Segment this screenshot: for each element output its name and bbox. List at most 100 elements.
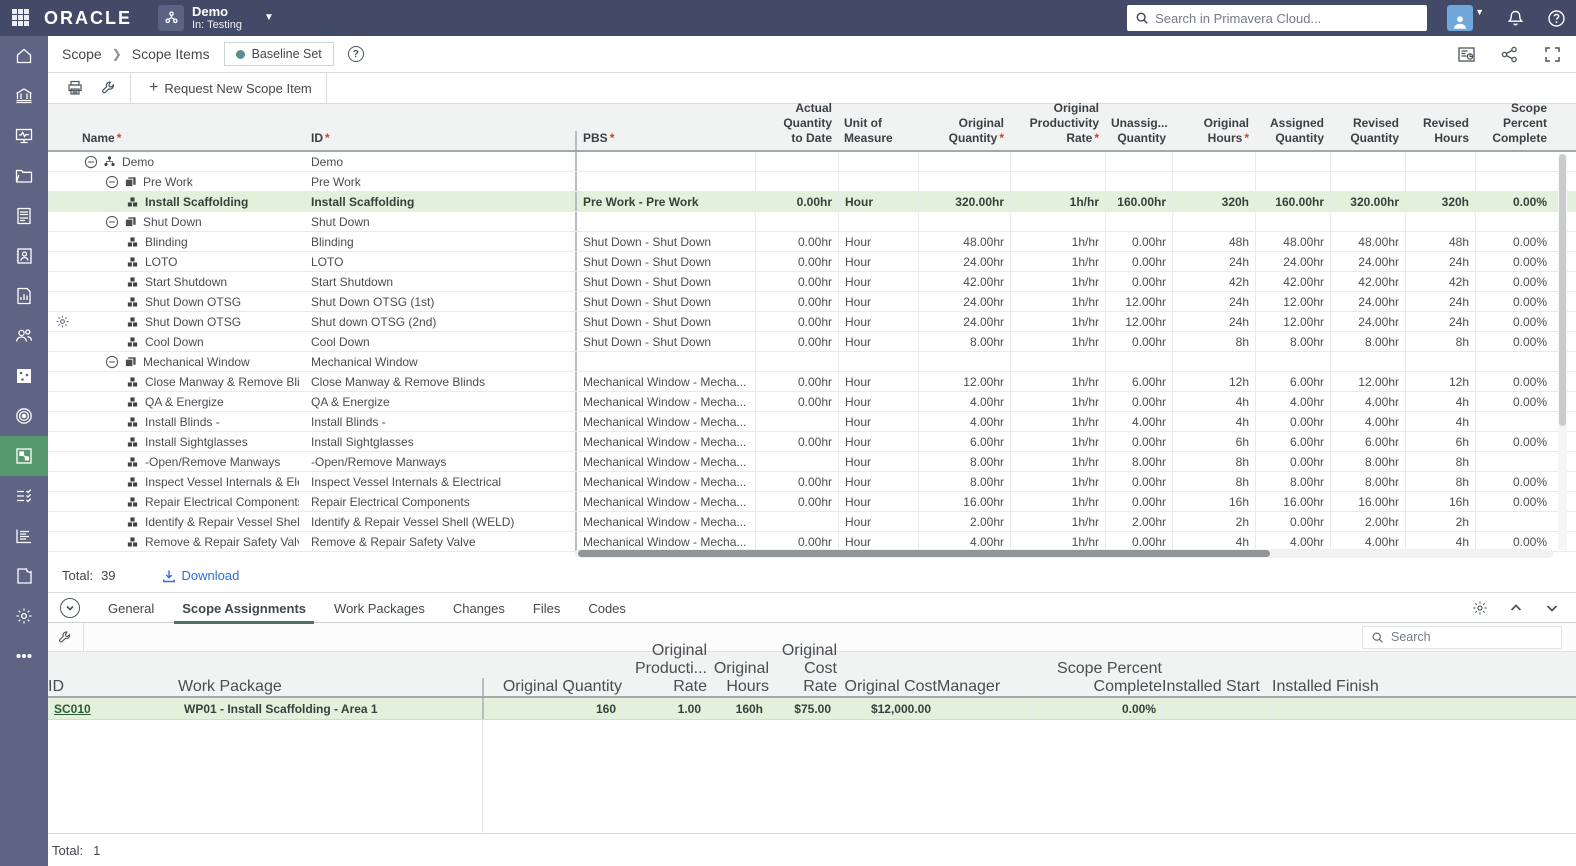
workspace-switcher[interactable]: Demo In: Testing ▼ [158, 4, 274, 31]
baseline-set-badge[interactable]: Baseline Set [223, 42, 334, 66]
cell-oq[interactable]: 4.00hr [918, 392, 1010, 411]
cell-rq[interactable]: 4.00hr [1330, 412, 1405, 431]
cell-aq[interactable] [1255, 352, 1330, 371]
cell-oq[interactable] [918, 152, 1010, 171]
cell-name[interactable]: -Open/Remove Manways [76, 452, 305, 471]
cell-opr[interactable]: 1h/hr [1010, 332, 1105, 351]
cell-aq[interactable]: 42.00hr [1255, 272, 1330, 291]
cell-actual[interactable] [755, 212, 838, 231]
cell-opr[interactable]: 1h/hr [1010, 232, 1105, 251]
cell-uom[interactable]: Hour [838, 372, 918, 391]
cell-rq[interactable]: 8.00hr [1330, 472, 1405, 491]
cell-uom[interactable]: Hour [838, 272, 918, 291]
detail-cell[interactable]: 160h [707, 698, 769, 719]
cell-oq[interactable] [918, 352, 1010, 371]
cell-actual[interactable] [755, 452, 838, 471]
column-header-actual-quantity-todate[interactable]: Actual Quantity to Date [755, 101, 838, 150]
cell-oq[interactable]: 8.00hr [918, 472, 1010, 491]
cell-oq[interactable] [918, 212, 1010, 231]
user-menu[interactable]: ▼ [1447, 5, 1484, 31]
sidebar-item-chart-doc[interactable] [0, 276, 48, 316]
cell-rq[interactable]: 4.00hr [1330, 392, 1405, 411]
cell-rh[interactable]: 8h [1405, 472, 1475, 491]
sidebar-item-dice[interactable] [0, 356, 48, 396]
cell-un[interactable]: 0.00hr [1105, 492, 1172, 511]
cell-spc[interactable]: 0.00% [1475, 232, 1553, 251]
cell-aq[interactable]: 6.00hr [1255, 372, 1330, 391]
cell-spc[interactable]: 0.00% [1475, 332, 1553, 351]
detail-cell[interactable]: SC010 [48, 698, 178, 719]
scrollbar-thumb[interactable] [1559, 154, 1566, 426]
cell-un[interactable] [1105, 212, 1172, 231]
sidebar-item-home[interactable] [0, 36, 48, 76]
cell-un[interactable] [1105, 152, 1172, 171]
cell-pbs[interactable]: Mechanical Window - Mecha... [575, 372, 755, 391]
cell-un[interactable]: 0.00hr [1105, 232, 1172, 251]
cell-rq[interactable]: 8.00hr [1330, 332, 1405, 351]
scrollbar-thumb[interactable] [578, 550, 1270, 557]
cell-opr[interactable]: 1h/hr [1010, 492, 1105, 511]
cell-rh[interactable]: 48h [1405, 232, 1475, 251]
column-header-scope-percent-complete[interactable]: Scope Percent Complete [1475, 101, 1553, 150]
detail-column-header-manager[interactable]: Manager [937, 678, 1032, 696]
cell-rq[interactable] [1330, 172, 1405, 191]
cell-actual[interactable] [755, 172, 838, 191]
cell-pbs[interactable] [575, 352, 755, 371]
cell-opr[interactable]: 1h/hr [1010, 252, 1105, 271]
cell-oh[interactable]: 24h [1172, 312, 1255, 331]
cell-un[interactable]: 160.00hr [1105, 192, 1172, 211]
cell-uom[interactable]: Hour [838, 332, 918, 351]
column-header-original-quantity[interactable]: Original Quantity * [918, 116, 1010, 150]
cell-oq[interactable]: 8.00hr [918, 452, 1010, 471]
cell-pbs[interactable]: Mechanical Window - Mecha... [575, 452, 755, 471]
column-header-original-hours[interactable]: Original Hours * [1172, 116, 1255, 150]
cell-rh[interactable]: 8h [1405, 332, 1475, 351]
cell-oh[interactable]: 24h [1172, 252, 1255, 271]
detail-cell[interactable]: 0.00% [1032, 698, 1162, 719]
notifications-bell-icon[interactable] [1506, 9, 1525, 28]
cell-aq[interactable]: 8.00hr [1255, 472, 1330, 491]
cell-spc[interactable]: 0.00% [1475, 252, 1553, 271]
cell-oh[interactable]: 42h [1172, 272, 1255, 291]
cell-oh[interactable] [1172, 352, 1255, 371]
cell-spc[interactable] [1475, 512, 1553, 531]
cell-actual[interactable]: 0.00hr [755, 372, 838, 391]
cell-aq[interactable]: 24.00hr [1255, 252, 1330, 271]
cell-actual[interactable] [755, 512, 838, 531]
cell-pbs[interactable]: Mechanical Window - Mecha... [575, 432, 755, 451]
column-header-original-productivity-rate[interactable]: Original Productivity Rate * [1010, 101, 1105, 150]
cell-pbs[interactable]: Mechanical Window - Mecha... [575, 472, 755, 491]
cell-spc[interactable]: 0.00% [1475, 192, 1553, 211]
cell-rq[interactable]: 24.00hr [1330, 252, 1405, 271]
cell-rh[interactable] [1405, 172, 1475, 191]
cell-pbs[interactable]: Pre Work - Pre Work [575, 192, 755, 211]
cell-opr[interactable]: 1h/hr [1010, 312, 1105, 331]
cell-oh[interactable]: 6h [1172, 432, 1255, 451]
cell-name[interactable]: Shut Down [76, 212, 305, 231]
detail-column-header-originalcost[interactable]: Original Cost [837, 678, 937, 696]
cell-id[interactable]: Close Manway & Remove Blinds [305, 372, 575, 391]
detail-column-header-original-hours[interactable]: Original Hours [707, 660, 769, 696]
detail-cell[interactable] [1162, 698, 1272, 719]
scope-item-row[interactable]: Pre Work Pre Work [48, 172, 1576, 192]
cell-spc[interactable] [1475, 172, 1553, 191]
cell-id[interactable]: Remove & Repair Safety Valve [305, 532, 575, 551]
print-button[interactable] [58, 73, 92, 103]
cell-rq[interactable] [1330, 212, 1405, 231]
cell-oh[interactable]: 12h [1172, 372, 1255, 391]
vertical-scrollbar[interactable] [1558, 154, 1567, 550]
detail-cell[interactable]: $12,000.00 [837, 698, 937, 719]
cell-oq[interactable] [918, 172, 1010, 191]
scope-item-row[interactable]: Mechanical Window Mechanical Window [48, 352, 1576, 372]
cell-pbs[interactable]: Mechanical Window - Mecha... [575, 392, 755, 411]
cell-opr[interactable]: 1h/hr [1010, 452, 1105, 471]
cell-rq[interactable]: 24.00hr [1330, 292, 1405, 311]
detail-cell[interactable]: WP01 - Install Scaffolding - Area 1 [178, 698, 482, 719]
scope-item-row[interactable]: Cool Down Cool Down Shut Down - Shut Down 0… [48, 332, 1576, 352]
cell-rq[interactable]: 8.00hr [1330, 452, 1405, 471]
cell-pbs[interactable]: Shut Down - Shut Down [575, 292, 755, 311]
detail-column-header-original-producti-rate[interactable]: Original Producti... Rate [622, 642, 707, 696]
cell-spc[interactable] [1475, 212, 1553, 231]
cell-un[interactable] [1105, 172, 1172, 191]
cell-opr[interactable]: 1h/hr [1010, 272, 1105, 291]
